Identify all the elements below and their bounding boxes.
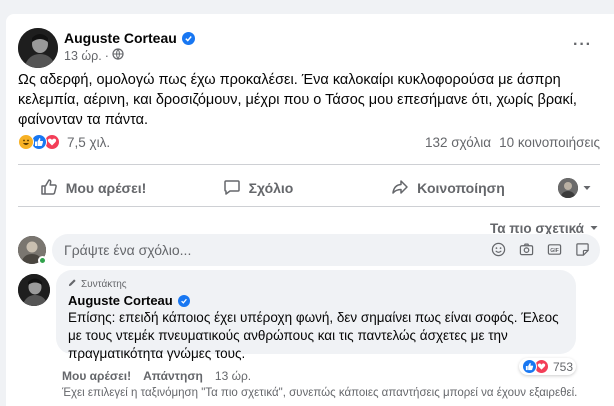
reaction-count[interactable]: 7,5 χιλ. (67, 135, 110, 150)
author-avatar[interactable] (18, 28, 58, 68)
sort-notice: Έχει επιλεγεί η ταξινόμηση "Τα πιο σχετι… (62, 387, 578, 399)
comment-button[interactable]: Σχόλιο (168, 178, 348, 199)
author-role-badge: Συντάκτης (68, 278, 564, 290)
shares-count-link[interactable]: 10 κοινοποιήσεις (499, 135, 600, 150)
svg-text:GIF: GIF (550, 248, 559, 254)
engagement-counts: 132 σχόλια 10 κοινοποιήσεις (425, 135, 600, 150)
comment-like-link[interactable]: Μου αρέσει! (62, 369, 131, 383)
comment-reactions[interactable]: 753 (519, 358, 577, 375)
comment-reply-link[interactable]: Απάντηση (143, 369, 203, 383)
selector-avatar (558, 178, 578, 198)
divider-bottom (18, 206, 600, 207)
online-status-dot (38, 256, 47, 265)
comment-text: Επίσης: επειδή κάποιος έχει υπέροχη φωνή… (68, 310, 559, 361)
like-button[interactable]: Μου αρέσει! (18, 178, 168, 199)
role-label: Συντάκτης (81, 278, 127, 290)
comment-timestamp[interactable]: 13 ώρ. (215, 369, 251, 383)
comments-count-link[interactable]: 132 σχόλια (425, 135, 491, 150)
pen-icon (68, 278, 77, 290)
commenter-avatar[interactable] (18, 274, 50, 306)
like-label: Μου αρέσει! (65, 180, 147, 196)
comment-bubble-icon (223, 178, 241, 199)
globe-icon (112, 48, 124, 63)
comment-author: Auguste Corteau (68, 293, 564, 308)
caret-down-icon (589, 221, 599, 236)
verified-badge-icon (177, 294, 190, 307)
comment-actions: Μου αρέσει! Απάντηση 13 ώρ. (62, 369, 251, 383)
haha-reaction-icon (18, 134, 34, 150)
comment-label: Σχόλιο (248, 180, 294, 196)
post-card: Auguste Corteau 13 ώρ. · ··· Ως αδερφή, … (6, 14, 614, 406)
sticker-icon[interactable] (575, 242, 590, 260)
reactions-summary[interactable]: 7,5 χιλ. (18, 134, 110, 150)
meta-dot: · (104, 48, 109, 63)
post-text: Ως αδερφή, ομολογώ πως έχω προκαλέσει. Έ… (18, 72, 577, 128)
comment-placeholder: Γράψτε ένα σχόλιο... (64, 242, 192, 258)
gif-icon[interactable]: GIF (547, 242, 562, 260)
thumbs-up-icon (40, 178, 58, 199)
divider-top (18, 164, 600, 165)
camera-icon[interactable] (519, 242, 534, 260)
comment-input[interactable]: Γράψτε ένα σχόλιο... GIF (52, 234, 600, 266)
caret-down-icon (582, 180, 592, 196)
post-action-bar: Μου αρέσει! Σχόλιο Κοινοποίηση (18, 170, 602, 206)
post-timestamp[interactable]: 13 ώρ. (64, 49, 102, 63)
comment-bubble: Συντάκτης Auguste Corteau Επίσης: επειδή… (56, 270, 576, 361)
share-button[interactable]: Κοινοποίηση (348, 178, 548, 199)
composer-tools: GIF (491, 242, 590, 260)
author-name-link[interactable]: Auguste Corteau (64, 30, 177, 46)
post-author: Auguste Corteau (64, 30, 195, 46)
share-label: Κοινοποίηση (417, 180, 505, 196)
verified-badge-icon (181, 31, 195, 45)
post-meta: 13 ώρ. · (64, 48, 124, 63)
like-reaction-icon (522, 359, 537, 374)
emoji-icon[interactable] (491, 242, 506, 260)
comment-reaction-count: 753 (553, 359, 574, 374)
share-arrow-icon (391, 178, 409, 199)
post-as-selector[interactable] (548, 178, 602, 198)
post-options-icon[interactable]: ··· (573, 36, 592, 54)
comment-author-link[interactable]: Auguste Corteau (68, 293, 173, 308)
